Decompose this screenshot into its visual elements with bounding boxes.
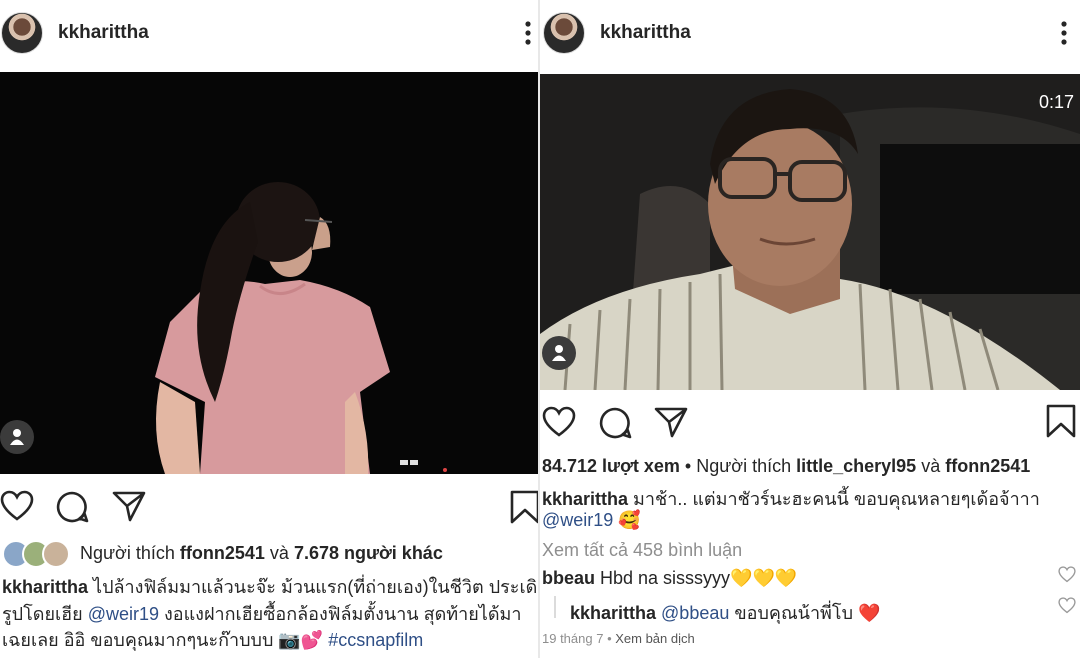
caption-username[interactable]: kkharittha: [2, 577, 88, 597]
comment-username[interactable]: bbeau: [542, 568, 595, 588]
username[interactable]: kkharittha: [600, 22, 691, 44]
likes-line: Người thích ffonn2541 và 7.678 người khá…: [80, 543, 443, 564]
comment-row: bbeau Hbd na sisssyyy💛💛💛: [542, 568, 797, 589]
caption-text: มาช้า.. แต่มาชัวร์นะฮะคนนี้ ขอบคุณหลายๆเ…: [628, 489, 1040, 509]
reply-like-heart-icon[interactable]: [1058, 597, 1076, 614]
bookmark-icon[interactable]: [1046, 404, 1076, 438]
likes-prefix: • Người thích: [679, 456, 797, 476]
reply-thread-line: [554, 596, 556, 618]
caption-line-2: รูปโดยเฮีย @weir19 งอแงฝากเฮียซื้อกล้องฟ…: [2, 599, 522, 628]
share-icon[interactable]: [112, 490, 146, 522]
reply-username[interactable]: kkharittha: [570, 603, 656, 623]
caption-text: งอแงฝากเฮียซื้อกล้องฟิล์มตั้งนาน สุดท้าย…: [158, 604, 522, 624]
caption-mention[interactable]: @weir19: [542, 510, 613, 530]
reply-mention[interactable]: @bbeau: [656, 603, 729, 623]
meta-separator: •: [603, 631, 616, 646]
heart-icon[interactable]: [0, 490, 34, 522]
left-post: kkharittha Người thích ffonn2541 và 7.67…: [0, 0, 540, 658]
comment-icon[interactable]: [598, 406, 632, 440]
more-vertical-icon[interactable]: [1060, 20, 1068, 46]
post-meta: 19 tháng 7 • Xem bản dịch: [542, 631, 695, 646]
right-post: kkharittha 0:17 84.712 lượt xem • Người …: [540, 0, 1080, 658]
translate-link[interactable]: Xem bản dịch: [615, 631, 695, 646]
liker-avatars[interactable]: [0, 540, 70, 568]
avatar[interactable]: [1, 12, 43, 54]
caption-emoji: 🥰: [613, 510, 641, 530]
likes-and: và: [916, 456, 946, 476]
caption-hashtag[interactable]: #ccsnapfilm: [328, 630, 423, 650]
caption-line-1: kkharittha ไปล้างฟิล์มมาแล้วนะจ๊ะ ม้วนแร…: [2, 572, 540, 601]
post-header: kkharittha: [540, 0, 1080, 70]
liker-username[interactable]: ffonn2541: [180, 543, 265, 563]
post-photo[interactable]: [0, 72, 540, 474]
more-vertical-icon[interactable]: [524, 20, 532, 46]
views-likes-line: 84.712 lượt xem • Người thích little_che…: [542, 456, 1030, 477]
liker-username[interactable]: ffonn2541: [945, 456, 1030, 476]
view-count[interactable]: 84.712 lượt xem: [542, 456, 680, 476]
caption-username[interactable]: kkharittha: [542, 489, 628, 509]
caption-text: ไปล้างฟิล์มมาแล้วนะจ๊ะ ม้วนแรก(ที่ถ่ายเอ…: [88, 577, 540, 597]
username[interactable]: kkharittha: [58, 22, 149, 44]
likes-and: và: [264, 543, 294, 563]
bookmark-icon[interactable]: [510, 490, 540, 524]
comment-text: Hbd na sisssyyy💛💛💛: [595, 568, 798, 588]
caption-line-1: kkharittha มาช้า.. แต่มาชัวร์นะฮะคนนี้ ข…: [542, 484, 1040, 513]
caption-line-3: เฉยเลย อิอิ ขอบคุณมากๆนะก๊าบบบ 📷💕 #ccsna…: [2, 625, 423, 654]
post-header: kkharittha: [0, 0, 540, 70]
share-icon[interactable]: [654, 406, 688, 438]
comment-like-heart-icon[interactable]: [1058, 566, 1076, 583]
user-tag-icon[interactable]: [0, 420, 34, 454]
likes-prefix: Người thích: [80, 543, 180, 563]
caption-text: เฉยเลย อิอิ ขอบคุณมากๆนะก๊าบบบ 📷💕: [2, 630, 329, 650]
video-timer: 0:17: [1038, 92, 1074, 112]
heart-icon[interactable]: [542, 406, 576, 438]
view-all-comments[interactable]: Xem tất cả 458 bình luận: [542, 540, 742, 561]
likes-others[interactable]: 7.678 người khác: [294, 543, 443, 563]
comment-icon[interactable]: [55, 490, 89, 524]
post-date: 19 tháng 7: [542, 631, 604, 646]
caption-mention[interactable]: @weir19: [88, 604, 159, 624]
caption-line-2: @weir19 🥰: [542, 510, 641, 531]
caption-text: รูปโดยเฮีย: [2, 604, 88, 624]
user-tag-icon[interactable]: [542, 336, 576, 370]
liker-username[interactable]: little_cheryl95: [796, 456, 916, 476]
video-frame: [540, 74, 1080, 390]
reply-text: ขอบคุณน้าพี่โบ ❤️: [729, 603, 881, 623]
reply-row: kkharittha @bbeau ขอบคุณน้าพี่โบ ❤️: [570, 598, 880, 627]
photo-illustration: [0, 72, 540, 474]
avatar[interactable]: [543, 12, 585, 54]
post-video[interactable]: 0:17: [540, 74, 1080, 390]
